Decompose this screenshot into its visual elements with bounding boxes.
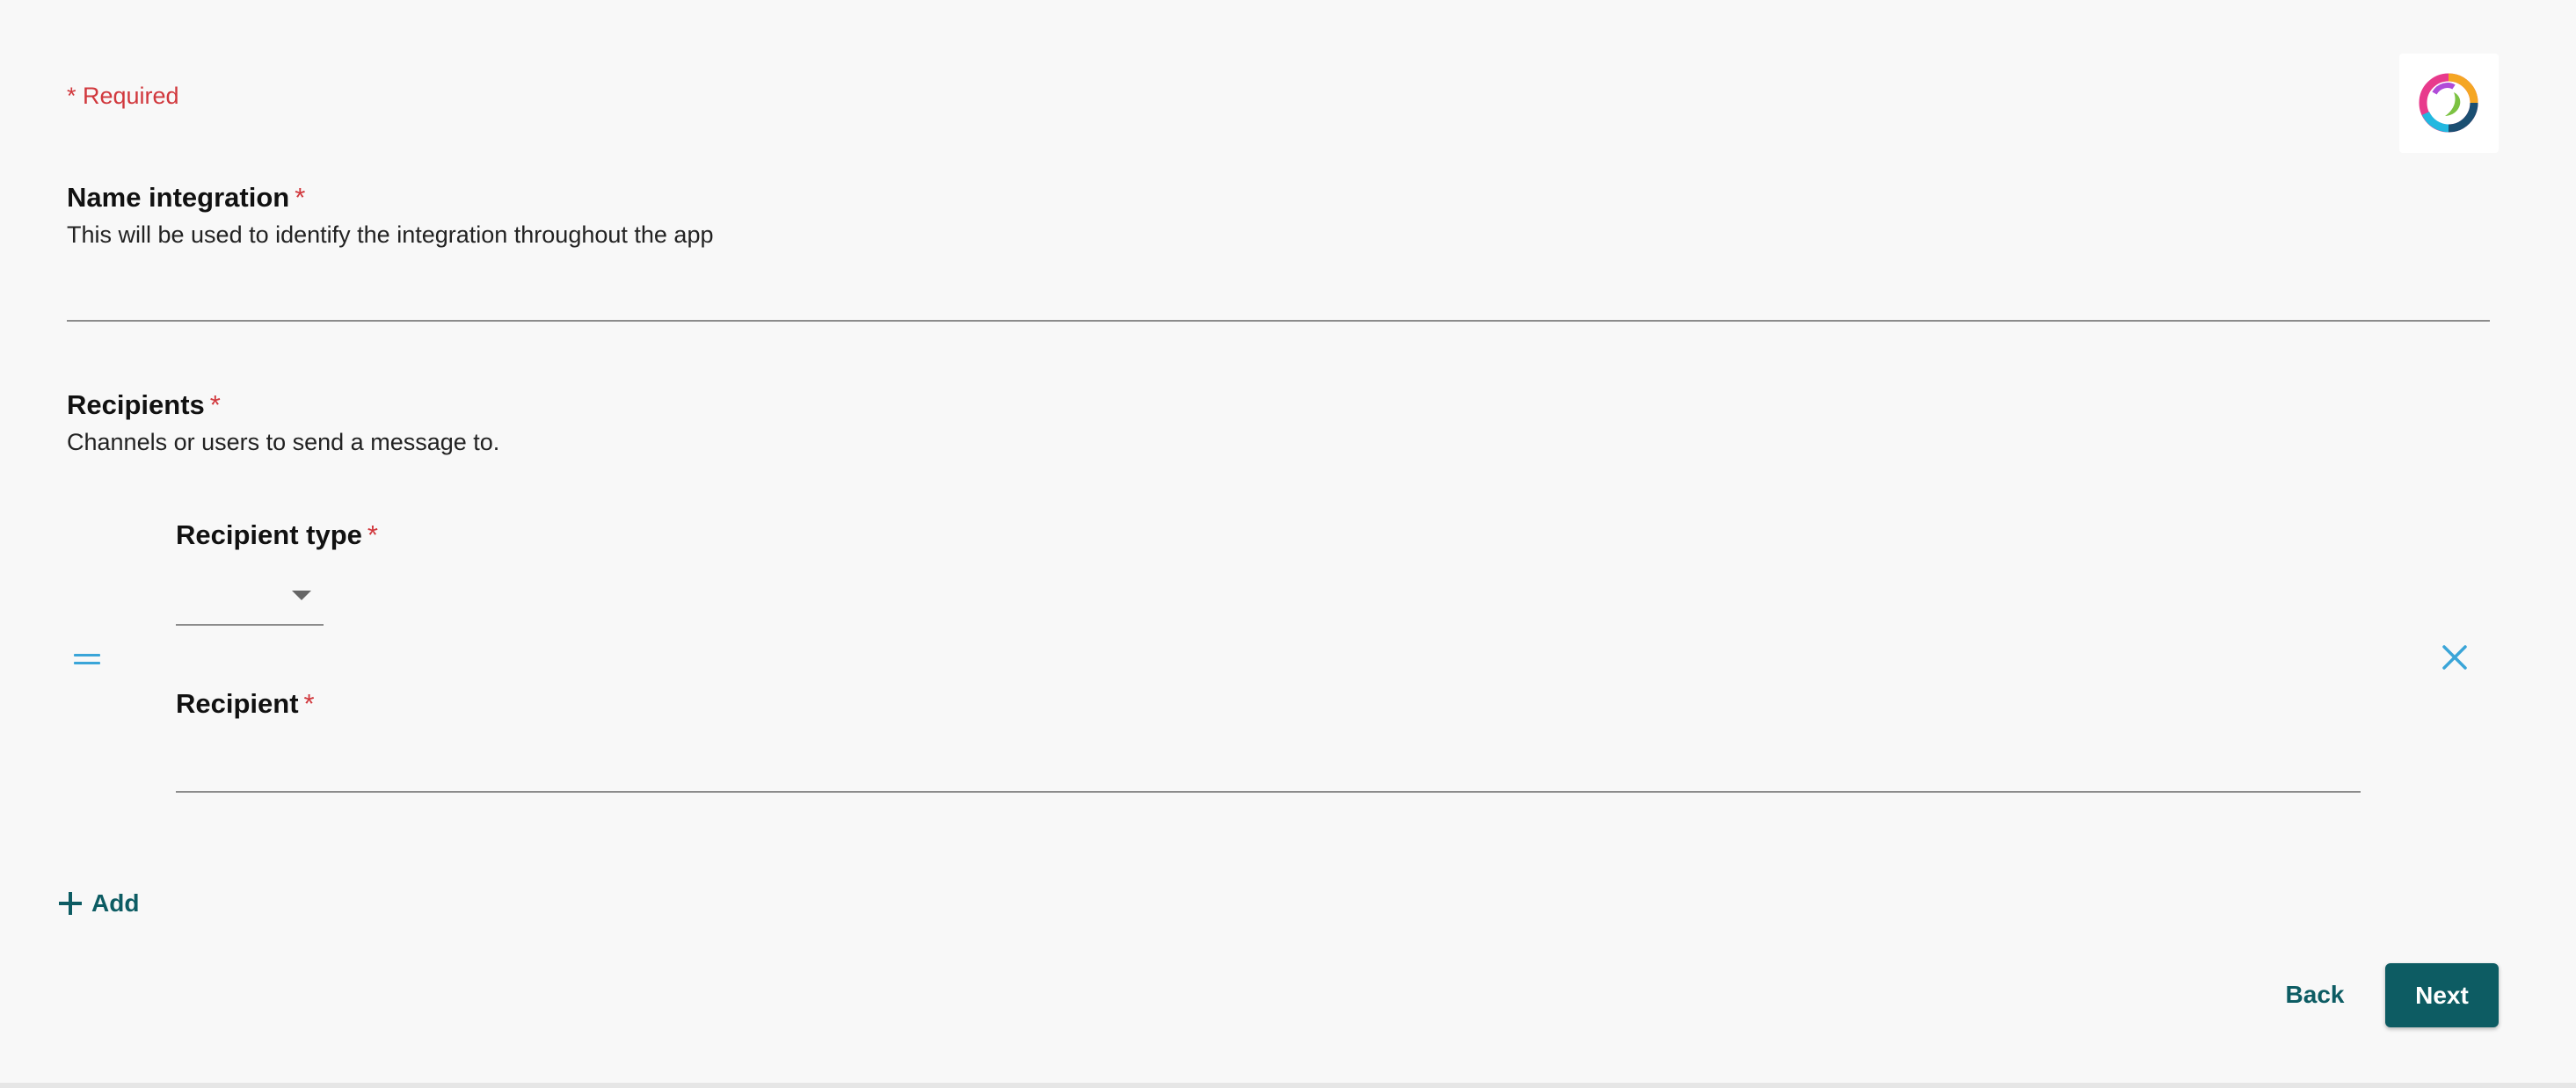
add-button-label: Add <box>91 889 140 917</box>
next-button[interactable]: Next <box>2385 963 2499 1027</box>
recipient-input[interactable] <box>176 735 2361 793</box>
recipient-type-label: Recipient type * <box>176 519 378 551</box>
webex-logo-icon <box>2419 73 2478 133</box>
app-logo <box>2399 54 2499 153</box>
plus-icon <box>59 892 82 915</box>
required-star: * <box>295 182 306 213</box>
name-integration-input[interactable] <box>67 264 2490 322</box>
name-integration-label-text: Name integration <box>67 182 290 213</box>
close-icon <box>2442 645 2467 670</box>
recipient-type-label-text: Recipient type <box>176 519 362 550</box>
back-button[interactable]: Back <box>2275 963 2354 1026</box>
recipients-label: Recipients * <box>67 389 221 421</box>
required-star: * <box>209 389 221 420</box>
bottom-divider <box>0 1083 2576 1088</box>
integration-form-page: * Required Name integration * This will b… <box>0 0 2576 1088</box>
recipient-type-select[interactable] <box>176 569 324 626</box>
required-note: * Required <box>67 83 179 109</box>
recipient-label-text: Recipient <box>176 688 299 719</box>
add-recipient-button[interactable]: Add <box>56 886 139 921</box>
name-integration-label: Name integration * <box>67 182 305 214</box>
required-star: * <box>303 688 315 719</box>
required-star: * <box>367 519 378 550</box>
recipients-label-text: Recipients <box>67 389 205 420</box>
remove-recipient-button[interactable] <box>2437 640 2472 675</box>
recipient-label: Recipient * <box>176 688 315 720</box>
recipients-help: Channels or users to send a message to. <box>67 429 500 455</box>
caret-down-icon <box>292 591 311 600</box>
name-integration-help: This will be used to identify the integr… <box>67 221 714 248</box>
drag-handle-icon[interactable] <box>70 649 106 670</box>
